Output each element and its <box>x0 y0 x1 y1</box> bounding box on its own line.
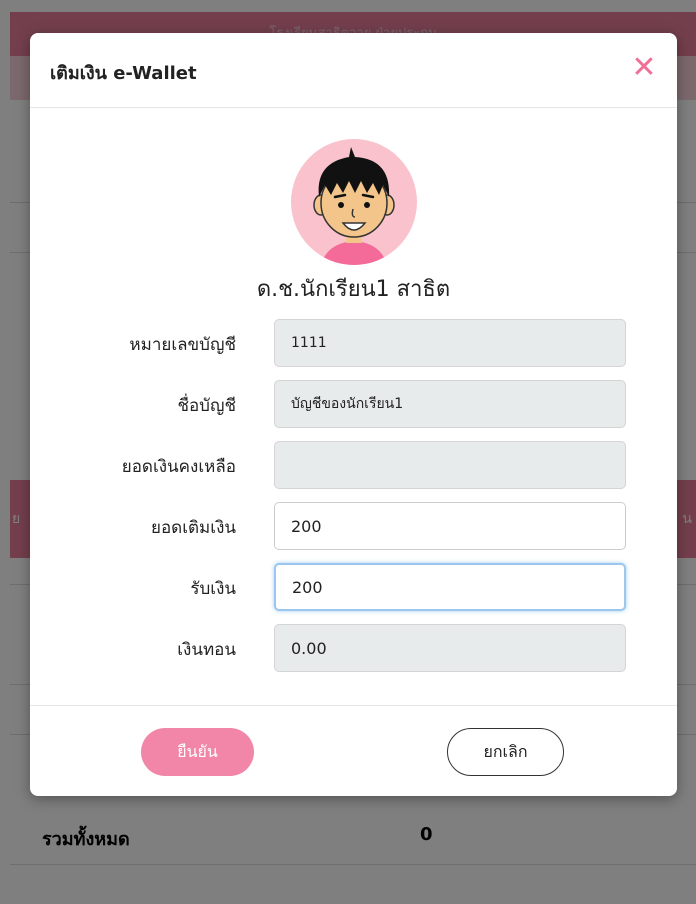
confirm-button[interactable]: ยืนยัน <box>141 728 254 776</box>
student-avatar <box>291 139 417 265</box>
change-row: เงินทอน <box>30 624 677 672</box>
topup-amount-row: ยอดเติมเงิน <box>30 502 677 550</box>
topup-amount-field[interactable] <box>274 502 626 550</box>
modal-footer: ยืนยัน ยกเลิก <box>30 705 677 796</box>
modal-title: เติมเงิน e-Wallet <box>50 63 197 84</box>
received-field[interactable] <box>274 563 626 611</box>
avatar-cartoon-icon <box>313 147 395 265</box>
received-row: รับเงิน <box>30 563 677 611</box>
account-name-field[interactable] <box>274 380 626 428</box>
change-field[interactable] <box>274 624 626 672</box>
ewallet-topup-modal: เติมเงิน e-Wallet ✕ ด.ช.นักเรียน1 สาธิต … <box>30 33 677 796</box>
account-number-field[interactable] <box>274 319 626 367</box>
balance-row: ยอดเงินคงเหลือ <box>30 441 677 489</box>
account-name-row: ชื่อบัญชี <box>30 380 677 428</box>
balance-label: ยอดเงินคงเหลือ <box>121 457 236 477</box>
received-label: รับเงิน <box>190 579 236 599</box>
student-name: ด.ช.นักเรียน1 สาธิต <box>256 277 451 302</box>
close-icon[interactable]: ✕ <box>629 51 659 85</box>
modal-header: เติมเงิน e-Wallet ✕ <box>30 33 677 108</box>
account-number-label: หมายเลขบัญชี <box>129 335 236 355</box>
topup-amount-label: ยอดเติมเงิน <box>151 518 236 538</box>
change-label: เงินทอน <box>177 640 236 660</box>
balance-field[interactable] <box>274 441 626 489</box>
account-name-label: ชื่อบัญชี <box>177 396 236 416</box>
cancel-button[interactable]: ยกเลิก <box>447 728 564 776</box>
account-number-row: หมายเลขบัญชี <box>30 319 677 367</box>
